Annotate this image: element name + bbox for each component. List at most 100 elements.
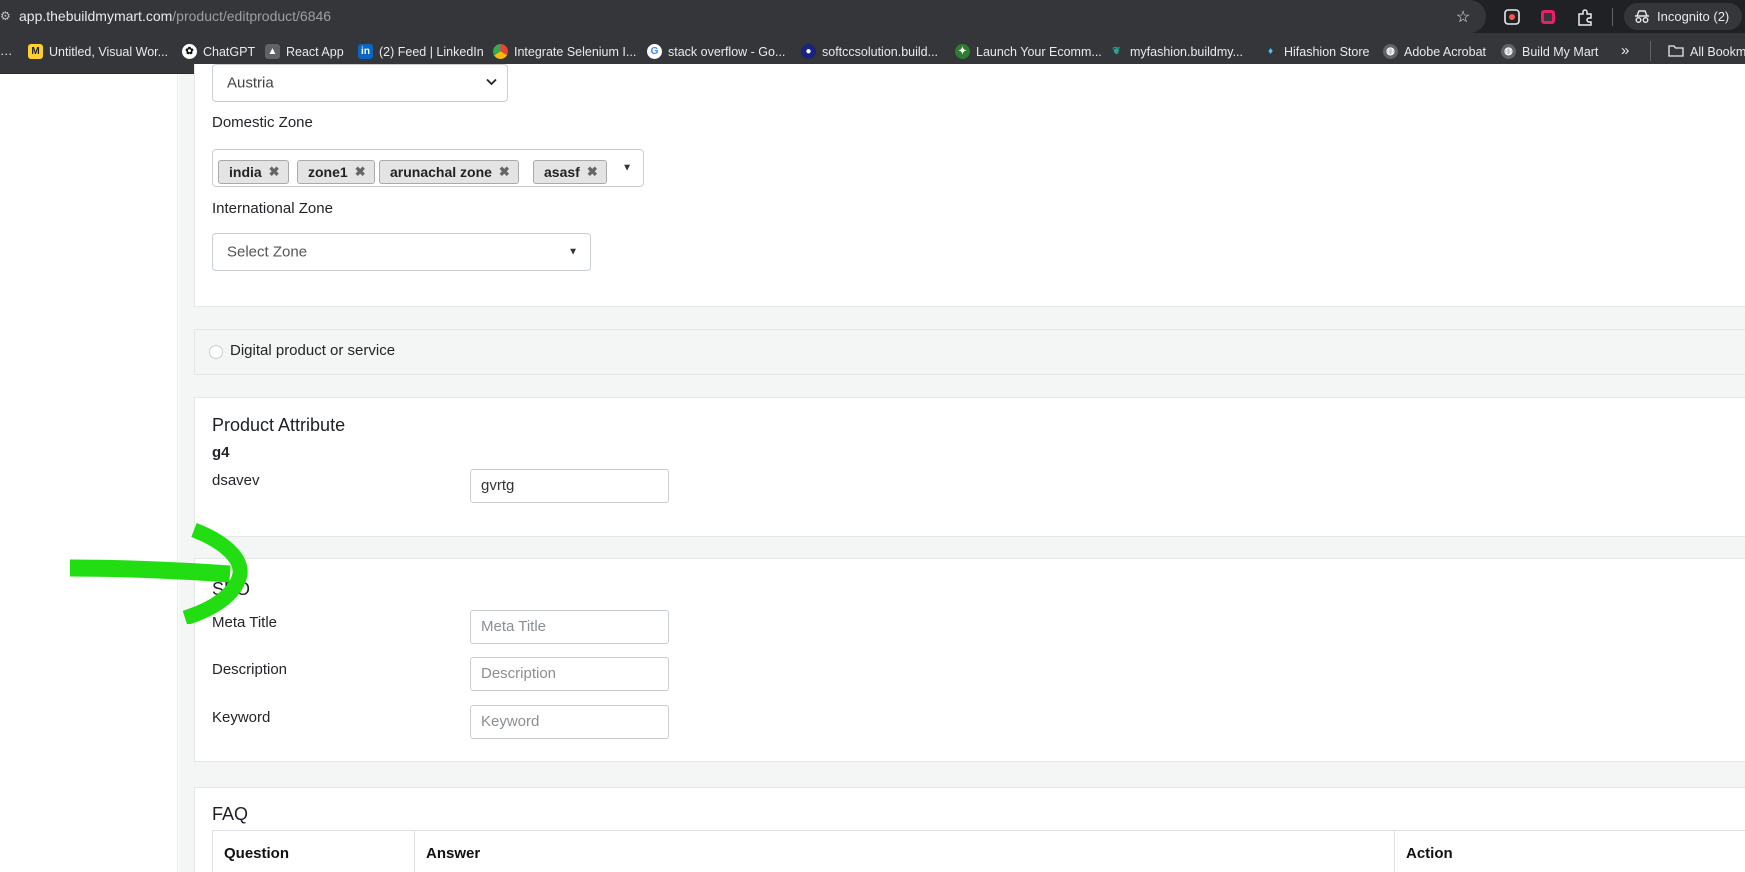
keyword-label: Keyword xyxy=(212,709,271,726)
page-viewport: Austria Domestic Zone india ✖ zone1 ✖ arun… xyxy=(0,64,1745,872)
bookmark-label: Hifashion Store xyxy=(1284,44,1370,59)
bookmark-item[interactable]: M Untitled, Visual Wor... xyxy=(28,44,168,59)
site-info-icon[interactable]: ⚙ xyxy=(0,9,11,23)
bookmark-item[interactable]: ▲ React App xyxy=(265,44,344,59)
main-content: Austria Domestic Zone india ✖ zone1 ✖ arun… xyxy=(179,64,1745,872)
shipping-card: Austria Domestic Zone india ✖ zone1 ✖ arun… xyxy=(194,64,1745,307)
bookmark-item[interactable]: ✦ Launch Your Ecomm... xyxy=(955,44,1102,59)
caret-down-icon[interactable]: ▼ xyxy=(622,163,632,174)
url-text[interactable]: app.thebuildmymart.com/product/editprodu… xyxy=(19,8,331,24)
url-path: /product/editproduct/6846 xyxy=(172,8,332,24)
faq-card: FAQ Question Answer Action xyxy=(194,787,1745,872)
bookmark-item[interactable]: Gstack overflow - Go... xyxy=(647,44,785,59)
international-zone-select[interactable]: Select Zone ▼ xyxy=(212,233,591,271)
faq-column-answer: Answer xyxy=(414,830,1395,872)
meta-title-label: Meta Title xyxy=(212,614,278,631)
faq-column-action: Action xyxy=(1394,830,1745,872)
zone-chip: zone1 ✖ xyxy=(297,160,375,184)
zone-chip: india ✖ xyxy=(218,160,289,184)
bookmark-label: Launch Your Ecomm... xyxy=(976,44,1102,59)
description-label: Description xyxy=(212,661,288,678)
site-icon: ● xyxy=(801,44,816,59)
all-bookmarks-label: All Bookm xyxy=(1690,45,1745,59)
faq-column-question: Question xyxy=(212,830,415,872)
domestic-zone-label: Domestic Zone xyxy=(212,114,313,131)
globe-icon: ◍ xyxy=(1501,44,1516,59)
bookmark-label: ChatGPT xyxy=(203,44,256,59)
bookmark-item[interactable]: ♦ Hifashion Store xyxy=(1263,44,1369,59)
digital-product-label: Digital product or service xyxy=(230,342,396,359)
country-value: Austria xyxy=(227,74,274,92)
remove-chip-icon[interactable]: ✖ xyxy=(499,164,510,180)
attribute-group-name: g4 xyxy=(212,444,230,461)
zone-chip-label: zone1 xyxy=(308,164,348,180)
meta-title-input[interactable]: Meta Title xyxy=(470,610,669,644)
country-select[interactable]: Austria xyxy=(212,64,508,102)
remove-chip-icon[interactable]: ✖ xyxy=(587,164,598,180)
chrome-icon xyxy=(493,44,508,59)
linkedin-icon: in xyxy=(358,44,373,59)
product-attribute-heading: Product Attribute xyxy=(212,415,346,435)
caret-down-icon: ▼ xyxy=(568,246,578,258)
bookmark-star-icon[interactable]: ☆ xyxy=(1452,6,1474,28)
miro-icon: M xyxy=(28,44,43,59)
incognito-button[interactable]: Incognito (2) xyxy=(1624,3,1742,30)
description-input[interactable]: Description xyxy=(470,657,669,691)
bookmark-label: Build My Mart xyxy=(1522,44,1599,59)
browser-top-bar: ⚙ app.thebuildmymart.com/product/editpro… xyxy=(0,0,1745,33)
bookmark-label: softccsolution.build... xyxy=(822,44,939,59)
extension-icon[interactable] xyxy=(1537,6,1559,28)
site-icon: ♦ xyxy=(1263,44,1278,59)
bookmark-item[interactable]: ◍ Adobe Acrobat xyxy=(1383,44,1486,59)
domestic-zone-multiselect[interactable]: india ✖ zone1 ✖ arunachal zone ✖ asasf ✖ ▼ xyxy=(212,149,644,187)
address-bar[interactable]: ⚙ app.thebuildmymart.com/product/editpro… xyxy=(0,0,1486,33)
remove-chip-icon[interactable]: ✖ xyxy=(355,164,366,180)
left-sidebar xyxy=(0,74,178,872)
bookmark-item[interactable]: ● softccsolution.build... xyxy=(801,44,938,59)
bookmark-item[interactable]: ✿ ChatGPT xyxy=(182,44,255,59)
bookmark-label: React App xyxy=(286,44,344,59)
bookmark-item[interactable]: ❦ myfashion.buildmy... xyxy=(1109,44,1243,59)
bookmark-item[interactable]: ◍ Build My Mart xyxy=(1501,44,1598,59)
chevron-down-icon xyxy=(486,78,497,89)
zone-chip: arunachal zone ✖ xyxy=(379,160,519,184)
remove-chip-icon[interactable]: ✖ xyxy=(269,164,280,180)
all-bookmarks-button[interactable]: All Bookm xyxy=(1668,44,1745,60)
digital-product-radio[interactable] xyxy=(209,345,223,359)
bookmark-ellipsis[interactable]: … xyxy=(0,44,13,58)
folder-icon xyxy=(1668,44,1684,60)
chatgpt-icon: ✿ xyxy=(182,44,197,59)
url-host: app.thebuildmymart.com xyxy=(19,8,173,24)
bookmark-label: (2) Feed | LinkedIn xyxy=(379,44,484,59)
zone-chip: asasf ✖ xyxy=(533,160,607,184)
faq-heading: FAQ xyxy=(212,804,249,824)
incognito-icon xyxy=(1635,9,1649,23)
attribute-name-label: dsavev xyxy=(212,472,260,489)
zone-chip-label: arunachal zone xyxy=(390,164,492,180)
bookmark-label: Integrate Selenium I... xyxy=(514,44,637,59)
zone-chip-label: india xyxy=(229,164,262,180)
international-zone-label: International Zone xyxy=(212,200,333,217)
toolbar-divider xyxy=(1612,8,1613,26)
bookmark-label: Adobe Acrobat xyxy=(1404,44,1487,59)
more-bookmarks-chevron-icon[interactable]: » xyxy=(1621,42,1629,59)
bookmark-item[interactable]: in (2) Feed | LinkedIn xyxy=(358,44,484,59)
site-icon: ❦ xyxy=(1109,44,1124,59)
globe-icon: ◍ xyxy=(1383,44,1398,59)
bookmarks-divider xyxy=(1650,41,1651,61)
attribute-value-input[interactable]: gvrtg xyxy=(470,469,669,503)
bookmark-item[interactable]: Integrate Selenium I... xyxy=(493,44,636,59)
seo-heading: SEO xyxy=(212,579,251,599)
keyword-input[interactable]: Keyword xyxy=(470,705,669,739)
incognito-label: Incognito (2) xyxy=(1657,9,1730,24)
site-icon: ✦ xyxy=(955,44,970,59)
faq-table: Question Answer Action xyxy=(212,830,1745,872)
seo-card: SEO Meta Title Meta Title Description De… xyxy=(194,558,1745,762)
product-attribute-card: Product Attribute g4 dsavev gvrtg xyxy=(194,397,1745,537)
zone-chip-label: asasf xyxy=(544,164,580,180)
google-icon: G xyxy=(647,44,662,59)
extensions-puzzle-icon[interactable] xyxy=(1574,6,1596,28)
bookmark-label: Untitled, Visual Wor... xyxy=(49,44,169,59)
extension-icon[interactable] xyxy=(1501,6,1523,28)
bookmark-label: stack overflow - Go... xyxy=(668,44,786,59)
